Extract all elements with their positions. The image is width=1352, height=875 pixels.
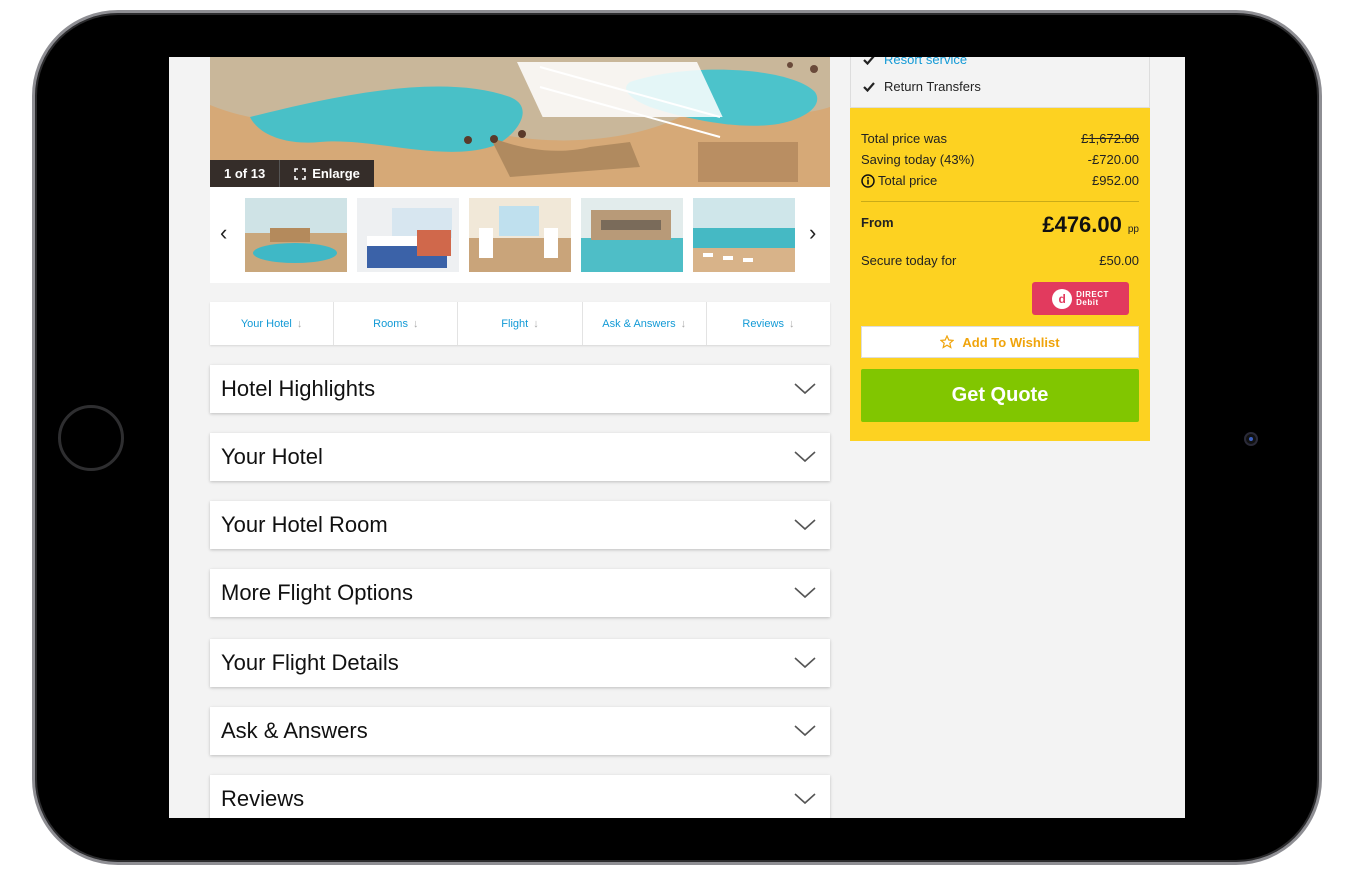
chevron-left-icon[interactable]: ‹ xyxy=(220,220,227,246)
thumbnail[interactable] xyxy=(357,198,459,272)
tab-label: Ask & Answers xyxy=(602,317,676,330)
enlarge-label: Enlarge xyxy=(312,166,360,181)
chevron-down-icon xyxy=(794,383,816,395)
direct-debit-text: DIRECT Debit xyxy=(1076,290,1109,307)
arrow-down-icon: ↓ xyxy=(680,317,687,330)
direct-debit-logo: d DIRECT Debit xyxy=(1032,282,1129,315)
total-price-row: Total price £952.00 xyxy=(861,173,1139,188)
info-icon[interactable] xyxy=(861,173,875,188)
accordion-reviews[interactable]: Reviews xyxy=(210,775,830,818)
inclusions-list: Resort service Return Transfers xyxy=(850,57,1150,108)
total-price-label: Total price xyxy=(878,173,938,188)
direct-debit-line2: Debit xyxy=(1076,297,1099,307)
thumbnail[interactable] xyxy=(581,198,683,272)
per-person-price: £476.00 pp xyxy=(1042,212,1139,238)
thumbnail[interactable] xyxy=(693,198,795,272)
accordion-title: Your Hotel Room xyxy=(221,512,388,537)
price-was-value: £1,672.00 xyxy=(1081,131,1139,146)
arrow-down-icon: ↓ xyxy=(412,317,419,330)
arrow-down-icon: ↓ xyxy=(533,317,539,330)
tab-label: Rooms xyxy=(373,317,408,330)
arrow-down-icon: ↓ xyxy=(296,317,303,330)
tab-reviews[interactable]: Reviews ↓ xyxy=(707,302,830,345)
thumbnail[interactable] xyxy=(245,198,347,272)
expand-icon xyxy=(294,167,306,180)
inclusion-label: Resort service xyxy=(884,57,968,67)
saving-value: -£720.00 xyxy=(1087,152,1139,167)
arrow-down-icon: ↓ xyxy=(788,317,795,330)
accordion-hotel-highlights[interactable]: Hotel Highlights xyxy=(210,365,830,413)
saving-row: Saving today (43%) -£720.00 xyxy=(861,152,1139,167)
inclusion-resort-service[interactable]: Resort service xyxy=(863,57,967,67)
tab-your-hotel[interactable]: Your Hotel ↓ xyxy=(210,302,335,345)
chevron-down-icon xyxy=(794,587,816,599)
tab-flight[interactable]: Flight ↓ xyxy=(458,302,583,345)
saving-label: Saving today (43%) xyxy=(861,152,975,167)
chevron-down-icon xyxy=(794,519,816,531)
chevron-down-icon xyxy=(794,657,816,669)
inclusion-return-transfers: Return Transfers xyxy=(863,79,981,94)
secure-value: £50.00 xyxy=(1099,253,1139,268)
star-icon xyxy=(940,335,955,349)
accordion-title: Your Hotel xyxy=(221,444,323,469)
enlarge-button[interactable]: Enlarge xyxy=(280,160,374,187)
price-panel: Total price was £1,672.00 Saving today (… xyxy=(850,108,1150,441)
check-icon xyxy=(863,57,875,65)
add-to-wishlist-button[interactable]: Add To Wishlist xyxy=(861,326,1139,358)
inclusion-label: Return Transfers xyxy=(884,79,981,94)
accordion-more-flight-options[interactable]: More Flight Options xyxy=(210,569,830,617)
tab-label: Reviews xyxy=(742,317,784,330)
total-price-value: £952.00 xyxy=(1092,173,1139,188)
accordion-title: Reviews xyxy=(221,786,305,811)
wishlist-label: Add To Wishlist xyxy=(962,334,1060,350)
accordion-ask-answers[interactable]: Ask & Answers xyxy=(210,707,830,755)
direct-debit-icon: d xyxy=(1052,288,1073,309)
section-tabs: Your Hotel ↓ Rooms ↓ Flight ↓ Ask & Answers… xyxy=(210,302,830,345)
tab-ask-answers[interactable]: Ask & Answers ↓ xyxy=(583,302,707,345)
secure-label: Secure today for xyxy=(861,253,957,268)
accordion-your-flight-details[interactable]: Your Flight Details xyxy=(210,639,830,687)
tab-rooms[interactable]: Rooms ↓ xyxy=(334,302,459,345)
chevron-down-icon xyxy=(794,451,816,463)
tab-label: Flight xyxy=(501,317,529,330)
image-counter: 1 of 13 xyxy=(210,160,281,187)
accordion-title: Your Flight Details xyxy=(221,650,399,675)
screen: 1 of 13 Enlarge ‹ › Your Hotel ↓ Rooms ↓… xyxy=(169,57,1185,818)
total-price-label-wrap: Total price xyxy=(861,173,937,188)
accordion-title: Hotel Highlights xyxy=(221,376,376,401)
secure-row: Secure today for £50.00 xyxy=(861,253,1139,268)
home-button[interactable] xyxy=(58,405,124,471)
from-label: From xyxy=(861,215,894,230)
accordion-your-hotel[interactable]: Your Hotel xyxy=(210,433,830,481)
price-was-label: Total price was xyxy=(861,131,947,146)
get-quote-button[interactable]: Get Quote xyxy=(861,369,1139,422)
accordion-title: Ask & Answers xyxy=(221,718,368,743)
per-person-label: pp xyxy=(1127,224,1139,235)
from-price-value: £476.00 xyxy=(1042,212,1122,237)
front-camera xyxy=(1244,432,1258,446)
chevron-down-icon xyxy=(794,725,816,737)
chevron-down-icon xyxy=(794,793,816,805)
chevron-right-icon[interactable]: › xyxy=(809,220,816,246)
accordion-title: More Flight Options xyxy=(221,580,413,605)
check-icon xyxy=(863,81,875,92)
accordion-your-hotel-room[interactable]: Your Hotel Room xyxy=(210,501,830,549)
gallery-counter-bar: 1 of 13 Enlarge xyxy=(210,160,374,187)
photo-gallery: 1 of 13 Enlarge ‹ › xyxy=(210,57,830,283)
tab-label: Your Hotel xyxy=(240,317,292,330)
thumbnail[interactable] xyxy=(469,198,571,272)
price-was-row: Total price was £1,672.00 xyxy=(861,131,1139,146)
thumbnail-strip: ‹ › xyxy=(210,196,830,274)
price-divider xyxy=(861,201,1139,202)
